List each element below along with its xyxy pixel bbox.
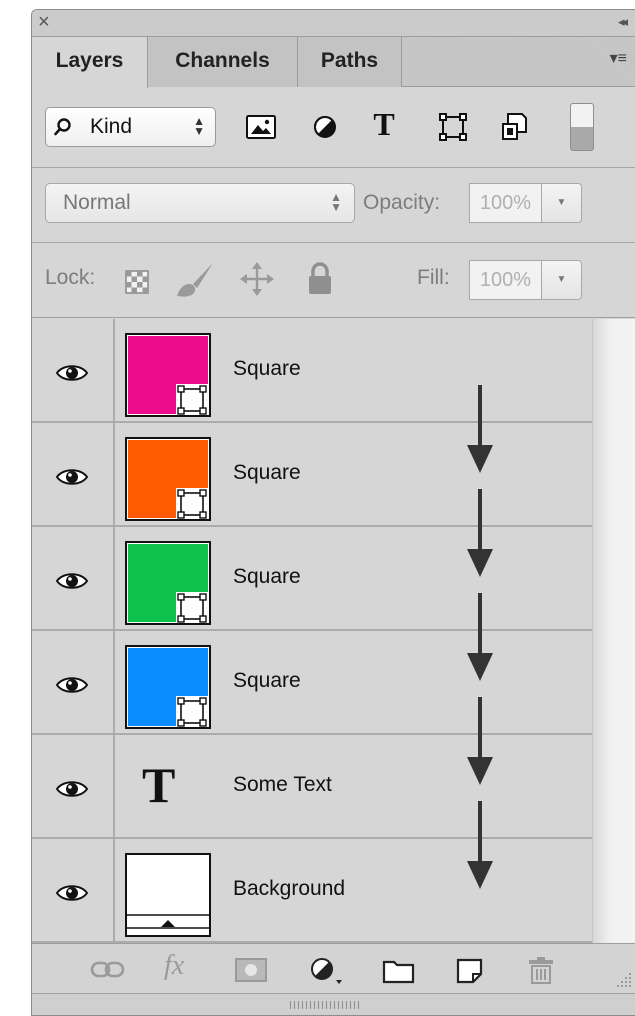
layer-name[interactable]: Some Text <box>233 773 332 797</box>
eye-icon[interactable] <box>56 675 88 695</box>
panel-footer: fx <box>32 943 635 993</box>
layer-mask-icon[interactable] <box>235 958 267 982</box>
layer-name[interactable]: Square <box>233 461 301 485</box>
blend-mode-value: Normal <box>63 191 131 214</box>
lock-row: Lock: Fill: 100% ▼ <box>32 244 635 318</box>
lock-all-icon[interactable] <box>306 261 334 297</box>
chevron-down-icon: ▼ <box>556 197 567 208</box>
layer-thumbnail <box>125 853 211 937</box>
search-icon <box>54 118 71 136</box>
adjustment-filter-icon[interactable] <box>308 112 342 142</box>
layers-panel: × ◂◂ Layers Channels Paths ▾≡ Kind ▲▼ T <box>31 9 635 1016</box>
visibility-cell[interactable] <box>32 527 115 629</box>
fill-input[interactable]: 100% <box>469 260 542 300</box>
panel-title-bar[interactable]: × ◂◂ <box>32 10 635 37</box>
smart-object-filter-icon[interactable] <box>498 112 532 142</box>
collapse-icon[interactable]: ◂◂ <box>618 14 628 30</box>
layer-row[interactable]: Square <box>32 423 592 577</box>
new-group-icon[interactable] <box>382 958 416 984</box>
layer-row[interactable]: Square <box>32 631 592 785</box>
layer-name[interactable]: Square <box>233 669 301 693</box>
fill-dropdown-button[interactable]: ▼ <box>542 260 582 300</box>
new-layer-icon[interactable] <box>455 957 485 985</box>
panel-menu-icon[interactable]: ▾≡ <box>610 48 627 68</box>
tab-bar: Layers Channels Paths ▾≡ <box>32 37 635 88</box>
layer-thumbnail <box>125 541 211 625</box>
fx-icon[interactable]: fx <box>164 950 184 982</box>
layer-row[interactable]: Background <box>32 839 592 943</box>
image-filter-icon[interactable] <box>244 112 278 142</box>
layer-row[interactable]: T Some Text <box>32 735 592 889</box>
shape-filter-icon[interactable] <box>436 112 470 142</box>
eye-icon[interactable] <box>56 467 88 487</box>
layer-thumbnail <box>125 333 211 417</box>
close-icon[interactable]: × <box>38 11 50 33</box>
tab-channels[interactable]: Channels <box>148 37 298 87</box>
lock-position-icon[interactable] <box>239 261 275 297</box>
layer-row[interactable]: Square <box>32 527 592 681</box>
blend-mode-select[interactable]: Normal ▲ ▼ <box>45 183 355 223</box>
eye-icon[interactable] <box>56 779 88 799</box>
eye-icon[interactable] <box>56 883 88 903</box>
stepper-arrows-icon: ▲ ▼ <box>193 114 205 138</box>
visibility-cell[interactable] <box>32 423 115 525</box>
panel-resize-grip[interactable] <box>32 993 635 1015</box>
lock-image-pixels-icon[interactable] <box>173 260 217 300</box>
visibility-cell[interactable] <box>32 631 115 733</box>
layer-thumbnail <box>125 437 211 521</box>
filter-row: Kind ▲ ▼ T <box>32 88 635 168</box>
visibility-cell[interactable] <box>32 735 115 837</box>
layer-name[interactable]: Square <box>233 565 301 589</box>
layer-name[interactable]: Square <box>233 357 301 381</box>
eye-icon[interactable] <box>56 571 88 591</box>
tab-paths[interactable]: Paths <box>298 37 402 87</box>
opacity-input[interactable]: 100% <box>469 183 542 223</box>
blend-row: Normal ▲ ▼ Opacity: 100% ▼ <box>32 169 635 243</box>
resize-corner-icon[interactable] <box>614 970 632 988</box>
filter-toggle-switch[interactable] <box>570 103 594 151</box>
layer-thumbnail <box>125 645 211 729</box>
delete-icon[interactable] <box>527 955 555 985</box>
text-layer-icon: T <box>142 757 176 813</box>
layer-name[interactable]: Background <box>233 877 345 901</box>
lock-transparent-pixels-icon[interactable] <box>125 270 149 294</box>
lock-label: Lock: <box>45 266 96 289</box>
stepper-arrows-icon: ▲ ▼ <box>330 190 342 214</box>
tab-layers[interactable]: Layers <box>32 37 148 88</box>
fill-label: Fill: <box>417 266 450 289</box>
chevron-down-icon: ▼ <box>556 274 567 285</box>
opacity-dropdown-button[interactable]: ▼ <box>542 183 582 223</box>
visibility-cell[interactable] <box>32 319 115 421</box>
layer-list: Square Square Square Square T Some Text … <box>32 319 592 943</box>
scrollbar[interactable] <box>592 319 635 943</box>
layer-row[interactable]: Square <box>32 319 592 473</box>
grip-lines-icon <box>290 1001 360 1009</box>
eye-icon[interactable] <box>56 363 88 383</box>
visibility-cell[interactable] <box>32 839 115 941</box>
opacity-label: Opacity: <box>363 191 441 214</box>
filter-kind-label: Kind <box>90 115 133 138</box>
link-layers-icon[interactable] <box>90 960 126 980</box>
adjustment-layer-icon[interactable] <box>308 956 344 986</box>
type-filter-icon[interactable]: T <box>367 106 401 142</box>
